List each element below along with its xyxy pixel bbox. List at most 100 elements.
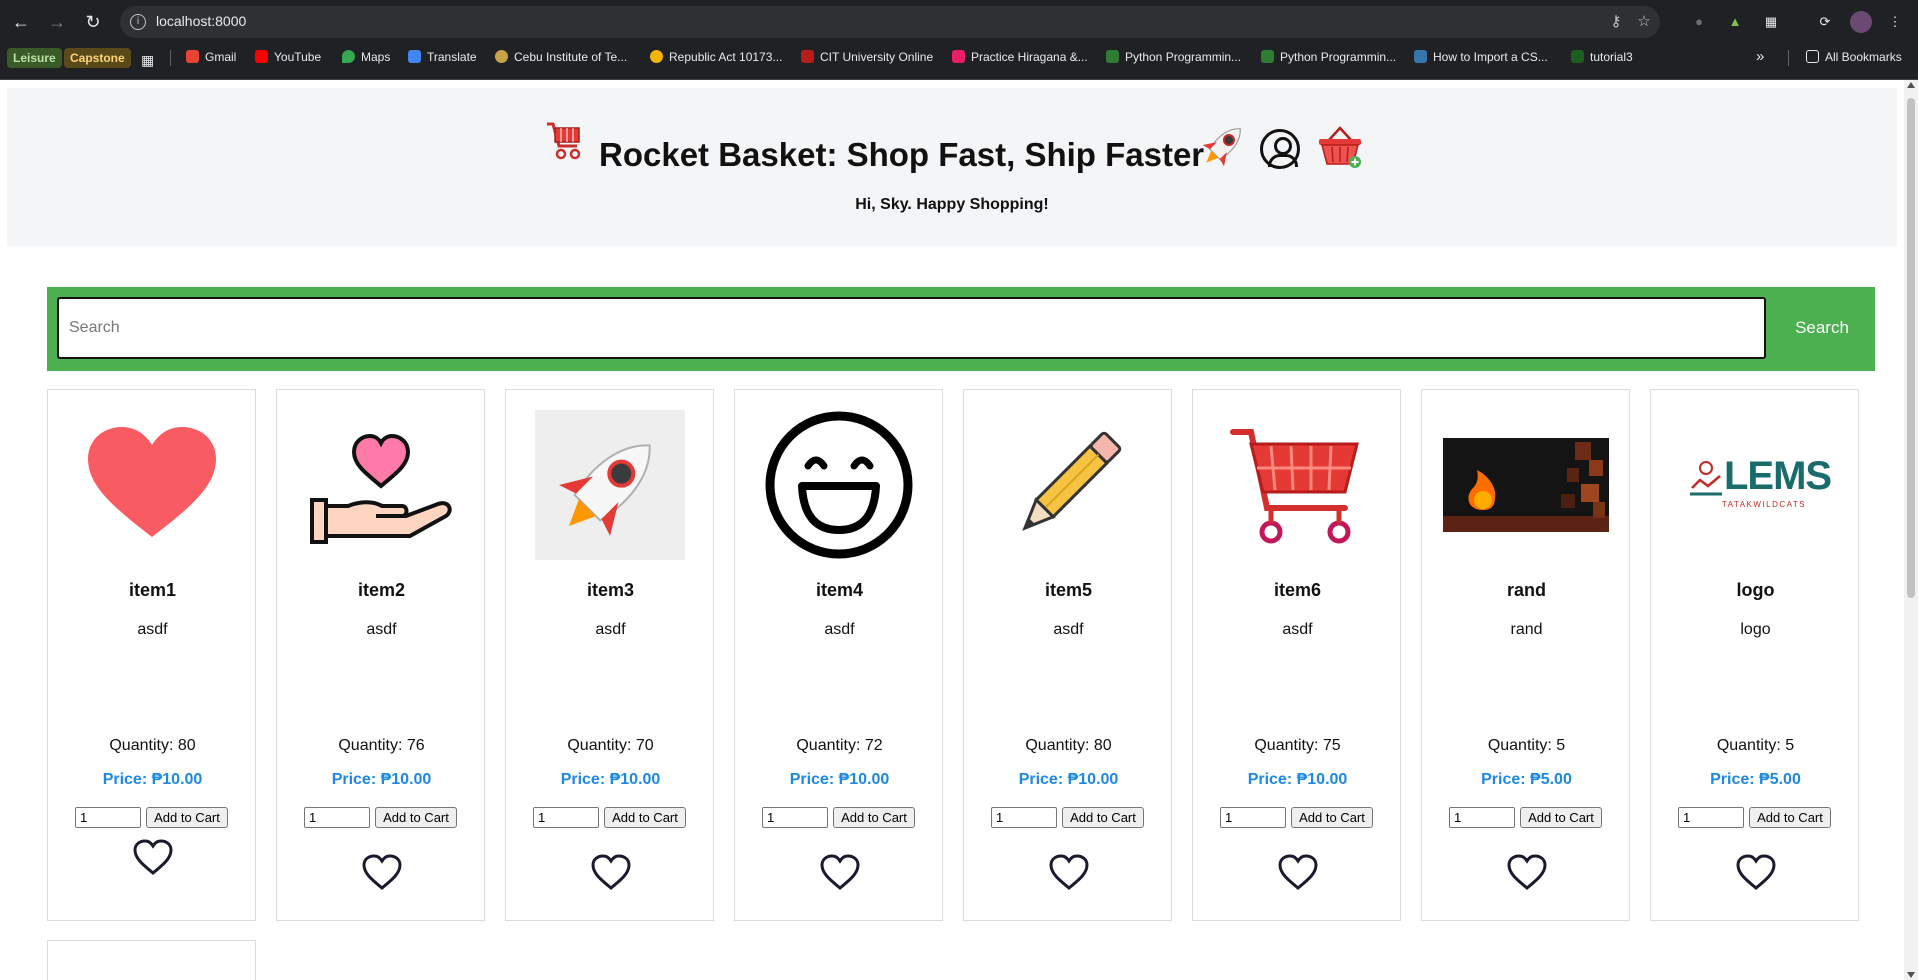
translate-icon [408, 50, 421, 63]
product-card: item5 asdf Quantity: 80 Price: ₱10.00 Ad… [963, 389, 1172, 921]
scrollbar-thumb[interactable] [1907, 98, 1915, 598]
bookmark-folder-leisure[interactable]: Leisure [7, 48, 62, 68]
extension-grey-icon[interactable]: ● [1688, 11, 1710, 33]
product-card: item6 asdf Quantity: 75 Price: ₱10.00 Ad… [1192, 389, 1401, 921]
url-text[interactable]: localhost:8000 [156, 13, 246, 29]
quantity-input[interactable] [533, 807, 599, 828]
favorite-heart-icon[interactable] [1048, 853, 1090, 891]
search-input[interactable] [57, 297, 1766, 359]
site-info-icon[interactable]: i [130, 14, 146, 30]
add-to-cart-button[interactable]: Add to Cart [1749, 807, 1831, 828]
python-icon [1261, 50, 1274, 63]
menu-kebab-icon[interactable]: ⋮ [1884, 11, 1906, 33]
reload-icon[interactable]: ↻ [80, 9, 106, 35]
bookmark-youtube[interactable]: YouTube [255, 47, 321, 67]
favorite-heart-icon[interactable] [132, 838, 174, 876]
address-bar[interactable]: i localhost:8000 ⚷ ☆ [120, 6, 1660, 38]
add-to-cart-button[interactable]: Add to Cart [833, 807, 915, 828]
product-name: item1 [128, 580, 177, 600]
site-header: Rocket Basket: Shop Fast, Ship Faster Hi… [7, 88, 1897, 246]
bookmark-python-1[interactable]: Python Programmin... [1106, 47, 1241, 67]
bookmark-tutorial3[interactable]: tutorial3 [1571, 47, 1633, 67]
bookmark-folder-capstone[interactable]: Capstone [64, 48, 131, 68]
hiragana-icon [952, 50, 965, 63]
product-description: asdf [137, 621, 168, 638]
add-to-cart-button[interactable]: Add to Cart [1520, 807, 1602, 828]
apps-grid-icon[interactable]: ▦ [141, 50, 154, 70]
quantity-input[interactable] [991, 807, 1057, 828]
py-icon [1414, 50, 1427, 63]
quantity-input[interactable] [1449, 807, 1515, 828]
forward-icon[interactable]: → [44, 9, 70, 35]
favorite-heart-icon[interactable] [1277, 853, 1319, 891]
add-to-cart-button[interactable]: Add to Cart [604, 807, 686, 828]
pin-icon [650, 50, 663, 63]
favorite-heart-icon[interactable] [1735, 853, 1777, 891]
bookmark-gmail[interactable]: Gmail [186, 47, 236, 67]
quantity-input[interactable] [1678, 807, 1744, 828]
cart-actions: Add to Cart [1678, 807, 1838, 829]
user-profile-icon[interactable] [1260, 129, 1300, 169]
product-name: item2 [357, 580, 406, 600]
bookmark-cit-online[interactable]: CIT University Online [801, 47, 933, 67]
lems-logo-mark-icon [1690, 461, 1722, 496]
product-price: Price: ₱10.00 [331, 771, 432, 788]
all-bookmarks[interactable]: All Bookmarks [1806, 47, 1902, 67]
favorite-heart-icon[interactable] [1506, 853, 1548, 891]
avatar[interactable] [1850, 11, 1872, 33]
quantity-input[interactable] [1220, 807, 1286, 828]
bookmark-republic-act[interactable]: Republic Act 10173... [650, 47, 782, 67]
bookmark-maps[interactable]: Maps [342, 47, 390, 67]
product-description: logo [1740, 621, 1771, 638]
extension-signal-icon[interactable]: ▲ [1724, 11, 1746, 33]
search-bar: Search [47, 287, 1875, 371]
extensions-puzzle-icon[interactable]: ▦ [1760, 11, 1782, 33]
product-description: asdf [824, 621, 855, 638]
lems-logo-text: LEMS [1724, 454, 1832, 498]
quantity-input[interactable] [75, 807, 141, 828]
scroll-up-arrow-icon[interactable] [1907, 82, 1915, 88]
product-card: rand rand Quantity: 5 Price: ₱5.00 Add t… [1421, 389, 1630, 921]
favorite-heart-icon[interactable] [590, 853, 632, 891]
browser-toolbar: ← → ↻ i localhost:8000 ⚷ ☆ ● ▲ ▦ ⟳ ⋮ [0, 0, 1918, 44]
cit-online-icon [801, 50, 814, 63]
bookmark-star-icon[interactable]: ☆ [1634, 12, 1654, 32]
bookmark-hiragana[interactable]: Practice Hiragana &... [952, 47, 1088, 67]
product-price: Price: ₱5.00 [1710, 771, 1801, 788]
product-price: Price: ₱10.00 [560, 771, 661, 788]
favorite-heart-icon[interactable] [361, 853, 403, 891]
basket-icon[interactable] [1317, 126, 1363, 168]
product-description: asdf [1053, 621, 1084, 638]
bookmark-translate[interactable]: Translate [408, 47, 477, 67]
product-image-heart [77, 410, 227, 560]
add-to-cart-button[interactable]: Add to Cart [146, 807, 228, 828]
product-image-rocket [535, 410, 685, 560]
search-button[interactable]: Search [1772, 297, 1872, 359]
add-to-cart-button[interactable]: Add to Cart [1291, 807, 1373, 828]
product-price: Price: ₱10.00 [1018, 771, 1119, 788]
product-quantity: Quantity: 5 [1716, 737, 1795, 754]
quantity-input[interactable] [304, 807, 370, 828]
product-card-partial [47, 940, 256, 980]
bookmarks-overflow-icon[interactable]: » [1756, 47, 1764, 67]
add-to-cart-button[interactable]: Add to Cart [375, 807, 457, 828]
scroll-down-arrow-icon[interactable] [1907, 972, 1915, 978]
gmail-icon [186, 50, 199, 63]
greeting-text: Hi, Sky. Happy Shopping! [855, 196, 1049, 213]
lems-logo-subtext: TATAKWILDCATS [1721, 500, 1807, 509]
favorite-heart-icon[interactable] [819, 853, 861, 891]
rocket-icon [1202, 128, 1241, 167]
cart-actions: Add to Cart [1449, 807, 1609, 829]
add-to-cart-button[interactable]: Add to Cart [1062, 807, 1144, 828]
cart-actions: Add to Cart [75, 807, 235, 829]
vertical-scrollbar[interactable] [1904, 80, 1918, 980]
bookmark-import-csv[interactable]: How to Import a CS... [1414, 47, 1548, 67]
password-key-icon[interactable]: ⚷ [1606, 12, 1626, 32]
product-name: item5 [1044, 580, 1093, 600]
back-icon[interactable]: ← [8, 9, 34, 35]
bookmark-python-2[interactable]: Python Programmin... [1261, 47, 1396, 67]
product-card: item2 asdf Quantity: 76 Price: ₱10.00 Ad… [276, 389, 485, 921]
quantity-input[interactable] [762, 807, 828, 828]
bookmark-cebu-institute[interactable]: Cebu Institute of Te... [495, 47, 627, 67]
sync-icon[interactable]: ⟳ [1814, 11, 1836, 33]
